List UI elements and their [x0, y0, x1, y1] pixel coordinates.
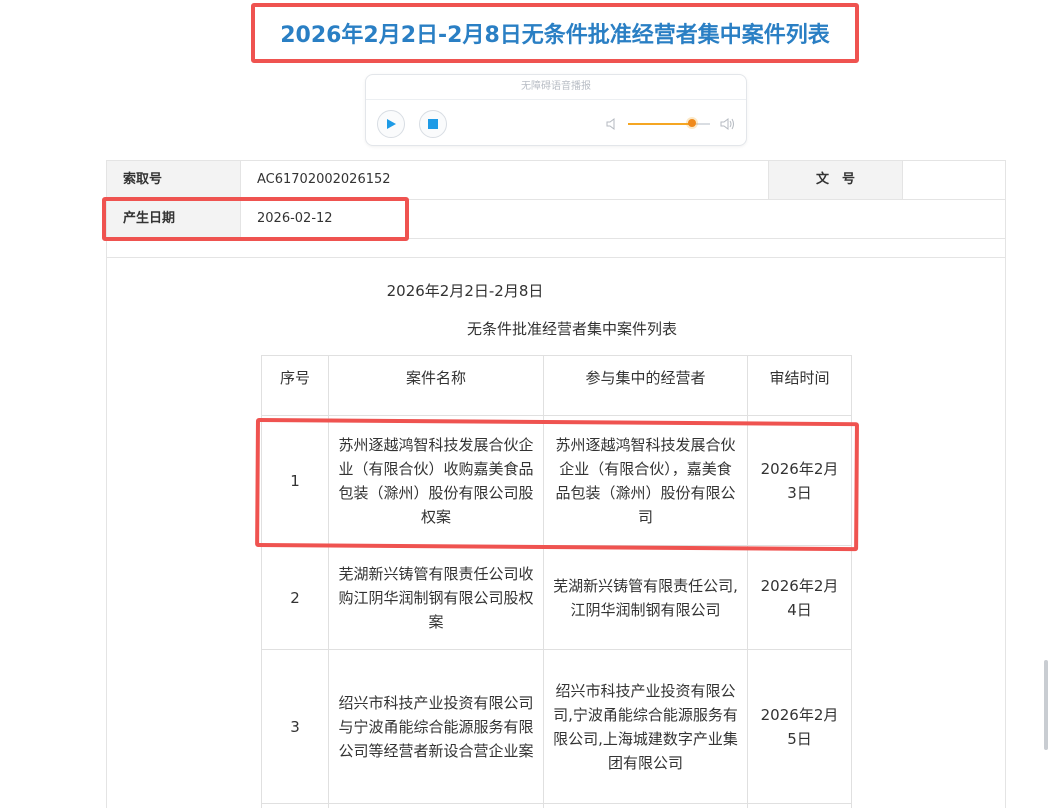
doc-no-label: 文 号 — [769, 161, 903, 199]
cell-parties: 绍兴市科技产业投资有限公司,宁波甬能综合能源服务有限公司,上海城建数字产业集团有… — [543, 649, 748, 804]
page: 2026年2月2日-2月8日无条件批准经营者集中案件列表 无障碍语音播报 索取号… — [0, 0, 1048, 808]
volume-low-icon[interactable] — [606, 116, 620, 135]
audio-player: 无障碍语音播报 — [365, 74, 747, 146]
table-row — [261, 803, 852, 808]
row-1-highlight — [255, 418, 859, 552]
cell-case-name: 绍兴市科技产业投资有限公司与宁波甬能综合能源服务有限公司等经营者新设合营企业案 — [328, 649, 544, 804]
doc-no-value — [903, 161, 1005, 199]
document-date-range: 2026年2月2日-2月8日 — [386, 282, 544, 300]
scrollbar[interactable] — [1044, 660, 1048, 750]
volume-slider-fill — [628, 123, 692, 125]
play-icon — [387, 119, 396, 129]
cell-no: 3 — [261, 649, 329, 804]
volume-slider[interactable] — [628, 119, 710, 127]
volume-high-icon[interactable] — [720, 116, 736, 135]
meta-row-spacer — [107, 239, 1005, 258]
audio-player-label: 无障碍语音播报 — [366, 75, 746, 100]
page-title-highlight: 2026年2月2日-2月8日无条件批准经营者集中案件列表 — [251, 3, 859, 63]
cell-case-name — [328, 803, 544, 808]
play-button[interactable] — [377, 110, 405, 138]
cell-no — [261, 803, 329, 808]
meta-row-index: 索取号 AC61702002026152 文 号 — [107, 161, 1005, 200]
cell-case-name: 芜湖新兴铸管有限责任公司收购江阴华润制钢有限公司股权案 — [328, 545, 544, 650]
cell-parties: 芜湖新兴铸管有限责任公司,江阴华润制钢有限公司 — [543, 545, 748, 650]
stop-button[interactable] — [419, 110, 447, 138]
table-row: 2 芜湖新兴铸管有限责任公司收购江阴华润制钢有限公司股权案 芜湖新兴铸管有限责任… — [261, 545, 852, 650]
cell-parties — [543, 803, 748, 808]
page-title: 2026年2月2日-2月8日无条件批准经营者集中案件列表 — [280, 23, 830, 48]
cell-date: 2026年2月5日 — [747, 649, 852, 804]
volume-slider-thumb[interactable] — [687, 119, 696, 127]
cell-date — [747, 803, 852, 808]
header-case-name: 案件名称 — [328, 355, 544, 416]
header-date: 审结时间 — [747, 355, 852, 416]
date-highlight — [102, 197, 409, 241]
cell-no: 2 — [261, 545, 329, 650]
table-header-row: 序号 案件名称 参与集中的经营者 审结时间 — [261, 355, 852, 416]
index-label: 索取号 — [107, 161, 241, 199]
header-no: 序号 — [261, 355, 329, 416]
table-row: 3 绍兴市科技产业投资有限公司与宁波甬能综合能源服务有限公司等经营者新设合营企业… — [261, 649, 852, 804]
stop-icon — [428, 119, 438, 129]
index-value: AC61702002026152 — [241, 161, 769, 199]
cell-date: 2026年2月4日 — [747, 545, 852, 650]
header-parties: 参与集中的经营者 — [543, 355, 748, 416]
document-subtitle: 无条件批准经营者集中案件列表 — [466, 320, 677, 338]
